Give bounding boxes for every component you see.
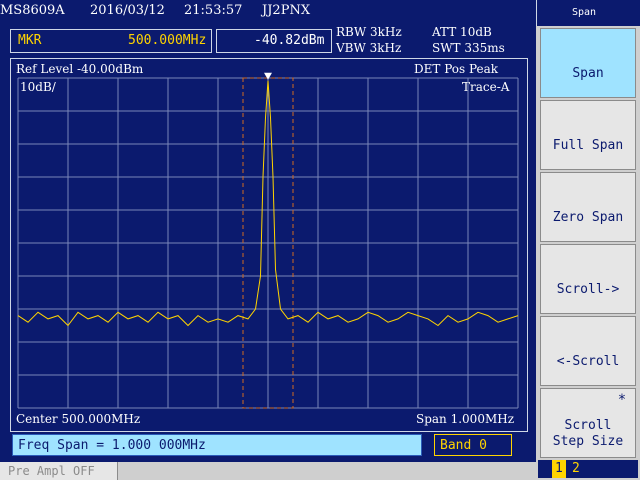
asterisk-indicator: * (617, 392, 627, 408)
pre-ampl-text: Pre Ampl OFF (8, 464, 95, 478)
zero-span-label: Zero Span (552, 210, 624, 225)
marker-triangle (264, 72, 272, 80)
zero-span-button[interactable] (540, 172, 636, 242)
freq-span-text: Freq Span = 1.000 000MHz (18, 438, 206, 453)
span-button-label: Span (572, 66, 604, 81)
spectrum-svg (17, 72, 519, 409)
grid-lines (17, 77, 519, 409)
scroll-step-label-2: Step Size (552, 434, 624, 449)
span-button[interactable] (540, 28, 636, 98)
scroll-right-label: Scroll-> (556, 282, 620, 297)
menu-title-text: Span (572, 7, 597, 18)
page-2: 2 (572, 461, 580, 476)
full-span-label: Full Span (552, 138, 624, 153)
page-1: 1 (555, 461, 563, 476)
scroll-right-button[interactable] (540, 244, 636, 314)
scroll-left-button[interactable] (540, 316, 636, 386)
full-span-button[interactable] (540, 100, 636, 170)
scroll-step-label-1: Scroll (564, 418, 612, 433)
band-text: Band 0 (440, 438, 487, 453)
scroll-left-label: <-Scroll (556, 354, 620, 369)
